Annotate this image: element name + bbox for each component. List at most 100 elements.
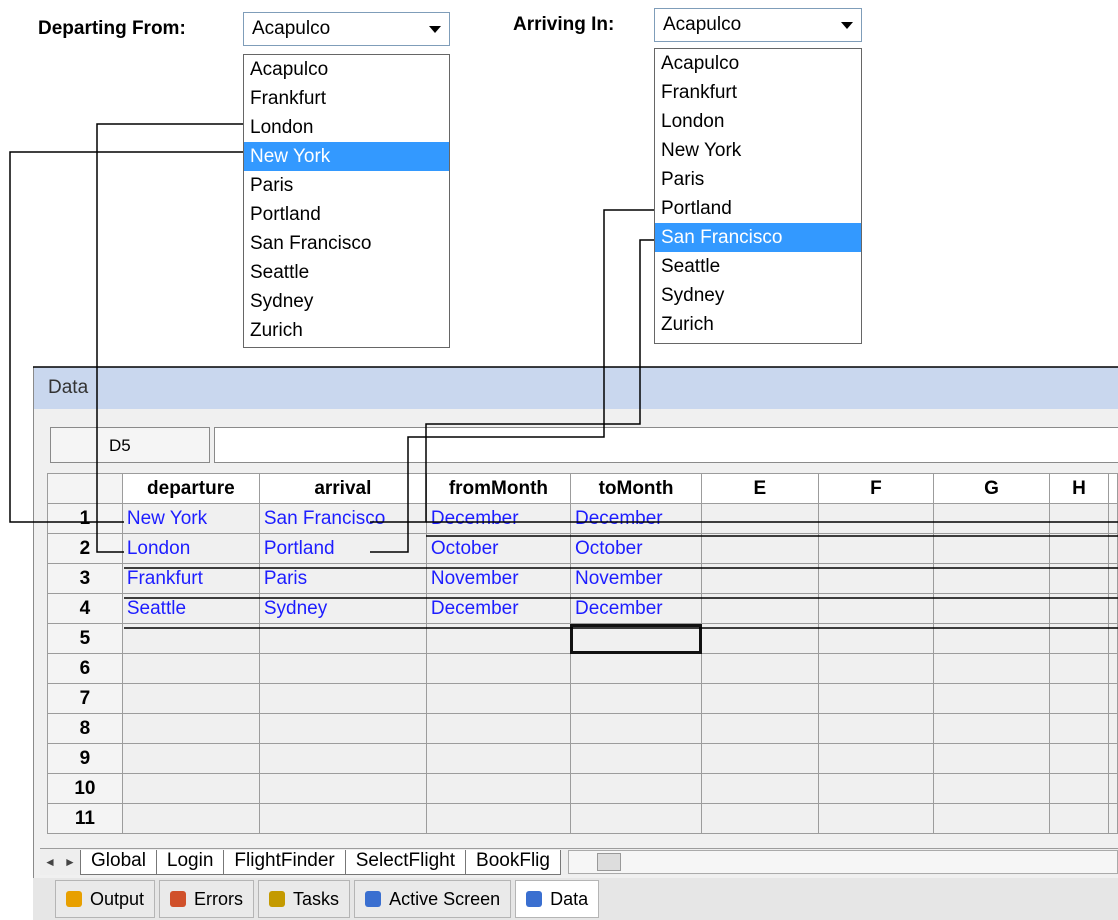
grid-cell[interactable] (1108, 593, 1118, 624)
scrollbar-thumb[interactable] (596, 853, 621, 871)
grid-cell[interactable]: Portland (258, 533, 427, 564)
departing-option[interactable]: Paris (244, 171, 449, 200)
bottom-tab[interactable]: Errors (159, 880, 255, 918)
arriving-option[interactable]: San Francisco (655, 223, 861, 252)
row-header[interactable]: 2 (47, 533, 123, 564)
arriving-option[interactable]: Sydney (655, 281, 861, 310)
column-header[interactable]: G (933, 473, 1050, 504)
grid-cell[interactable] (933, 743, 1050, 774)
departing-option[interactable]: London (244, 113, 449, 142)
row-header[interactable]: 11 (47, 803, 123, 834)
departing-option[interactable]: Frankfurt (244, 84, 449, 113)
grid-cell[interactable] (425, 683, 571, 714)
row-header[interactable]: 9 (47, 743, 123, 774)
grid-cell[interactable]: San Francisco (258, 503, 427, 534)
grid-cell[interactable] (569, 773, 703, 804)
grid-cell[interactable] (425, 803, 571, 834)
grid-cell[interactable] (1108, 623, 1118, 654)
grid-cell[interactable] (121, 743, 260, 774)
grid-cell[interactable] (121, 803, 260, 834)
departing-option[interactable]: Sydney (244, 287, 449, 316)
grid-cell[interactable]: October (569, 533, 703, 564)
grid-cell[interactable] (701, 713, 819, 744)
arriving-dropdown[interactable]: Acapulco Frankfurt London New York Paris Port… (654, 48, 862, 344)
grid-cell[interactable]: November (425, 563, 571, 594)
grid-cell[interactable] (1048, 803, 1110, 834)
grid-cell[interactable] (1048, 743, 1110, 774)
grid-cell[interactable] (933, 803, 1050, 834)
grid-cell[interactable] (701, 653, 819, 684)
grid-cell[interactable] (425, 713, 571, 744)
grid-cell[interactable] (1108, 803, 1118, 834)
arriving-option[interactable]: Seattle (655, 252, 861, 281)
column-header[interactable] (1108, 473, 1118, 504)
row-header[interactable]: 7 (47, 683, 123, 714)
grid-cell[interactable] (1108, 773, 1118, 804)
grid-cell[interactable] (1108, 503, 1118, 534)
grid-cell[interactable] (817, 743, 935, 774)
column-header[interactable]: toMonth (569, 473, 703, 504)
bottom-tab[interactable]: Active Screen (354, 880, 512, 918)
grid-cell[interactable] (933, 773, 1050, 804)
grid-cell[interactable] (1108, 533, 1118, 564)
grid-cell[interactable] (569, 623, 703, 654)
grid-cell[interactable] (569, 743, 703, 774)
scroll-right-icon[interactable]: ► (60, 855, 80, 869)
departing-option[interactable]: Portland (244, 200, 449, 229)
grid-cell[interactable]: October (425, 533, 571, 564)
sheet-tab[interactable]: Login (155, 849, 225, 875)
grid-cell[interactable] (569, 803, 703, 834)
grid-cell[interactable] (569, 683, 703, 714)
departing-option[interactable]: Zurich (244, 316, 449, 345)
column-header[interactable]: F (817, 473, 935, 504)
grid-cell[interactable] (817, 713, 935, 744)
grid-cell[interactable] (121, 683, 260, 714)
grid-cell[interactable]: London (121, 533, 260, 564)
row-header[interactable]: 10 (47, 773, 123, 804)
grid-cell[interactable] (817, 503, 935, 534)
sheet-tab[interactable]: FlightFinder (223, 849, 346, 875)
sheet-tab[interactable]: SelectFlight (344, 849, 467, 875)
grid-cell[interactable] (1048, 533, 1110, 564)
grid-cell[interactable]: November (569, 563, 703, 594)
grid-cell[interactable] (425, 743, 571, 774)
grid-cell[interactable] (1048, 593, 1110, 624)
grid-cell[interactable] (817, 773, 935, 804)
arriving-option[interactable]: Portland (655, 194, 861, 223)
arriving-option[interactable]: Zurich (655, 310, 861, 339)
grid-cell[interactable] (1048, 713, 1110, 744)
grid-cell[interactable] (121, 713, 260, 744)
grid-cell[interactable] (425, 773, 571, 804)
grid-cell[interactable] (701, 593, 819, 624)
grid-cell[interactable] (1108, 563, 1118, 594)
column-header[interactable]: E (701, 473, 819, 504)
grid-cell[interactable] (1048, 503, 1110, 534)
grid-cell[interactable] (701, 563, 819, 594)
grid-cell[interactable] (701, 743, 819, 774)
grid-cell[interactable]: New York (121, 503, 260, 534)
bottom-tab[interactable]: Tasks (258, 880, 351, 918)
grid-cell[interactable] (1108, 683, 1118, 714)
grid-corner[interactable] (47, 473, 123, 504)
grid-cell[interactable] (1108, 713, 1118, 744)
grid-cell[interactable]: December (425, 593, 571, 624)
grid-cell[interactable] (258, 773, 427, 804)
grid-cell[interactable] (1048, 563, 1110, 594)
grid-cell[interactable]: Frankfurt (121, 563, 260, 594)
grid-cell[interactable] (817, 593, 935, 624)
column-header[interactable]: departure (121, 473, 260, 504)
row-header[interactable]: 6 (47, 653, 123, 684)
grid-cell[interactable] (258, 623, 427, 654)
grid-cell[interactable] (933, 713, 1050, 744)
grid-cell[interactable] (701, 503, 819, 534)
departing-option[interactable]: Seattle (244, 258, 449, 287)
grid-cell[interactable]: December (425, 503, 571, 534)
row-header[interactable]: 5 (47, 623, 123, 654)
grid-cell[interactable] (933, 563, 1050, 594)
row-header[interactable]: 8 (47, 713, 123, 744)
column-header[interactable]: H (1048, 473, 1110, 504)
grid-cell[interactable] (817, 563, 935, 594)
grid-cell[interactable] (1048, 773, 1110, 804)
grid-cell[interactable]: Sydney (258, 593, 427, 624)
arriving-option[interactable]: Frankfurt (655, 78, 861, 107)
